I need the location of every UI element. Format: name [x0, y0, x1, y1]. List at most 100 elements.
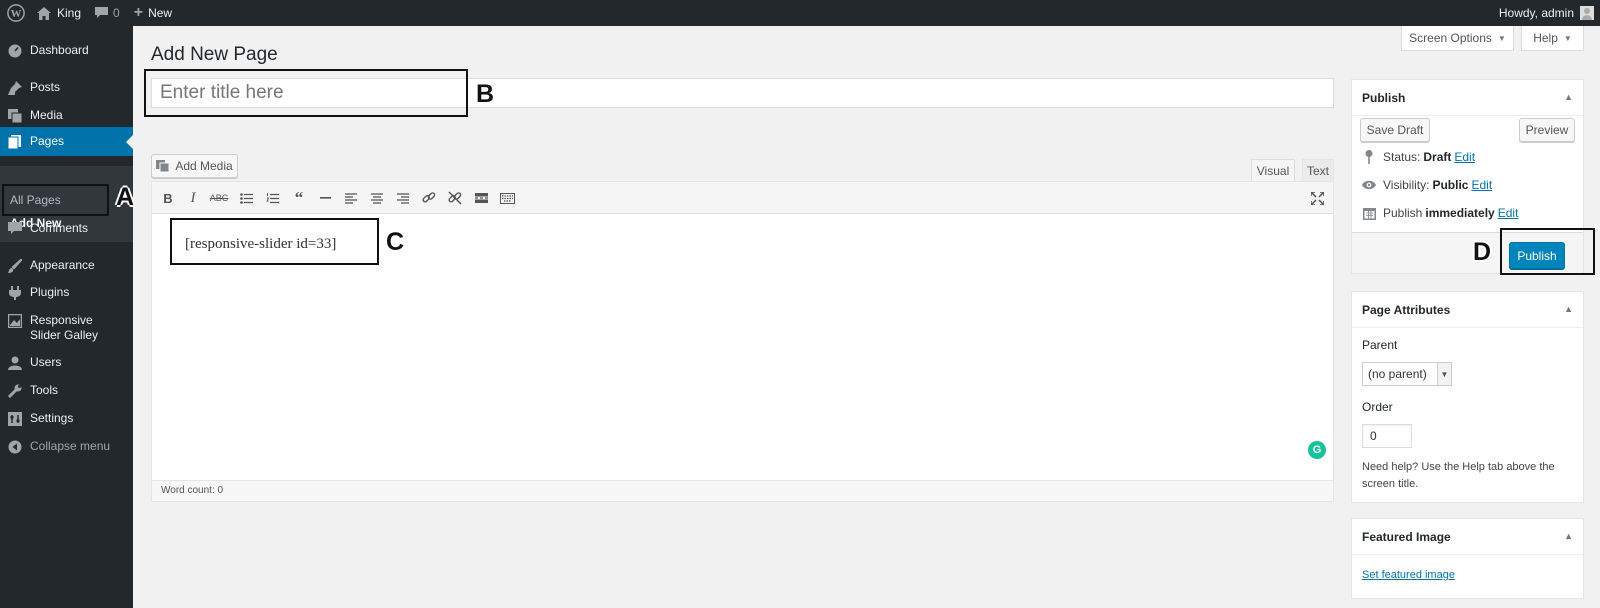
plugin-icon: [0, 285, 30, 300]
caret-down-icon: ▼: [1563, 33, 1572, 43]
featured-image-title: Featured Image: [1362, 529, 1451, 544]
tab-visual[interactable]: Visual: [1251, 159, 1295, 181]
parent-select-value: (no parent): [1368, 367, 1427, 381]
order-input[interactable]: 0: [1362, 424, 1412, 448]
status-label: Status:: [1383, 150, 1421, 164]
preview-button[interactable]: Preview: [1519, 118, 1575, 142]
sidebar-item-settings[interactable]: Settings: [0, 411, 133, 426]
bold-icon[interactable]: B: [157, 187, 179, 209]
annotation-box-d: [1500, 228, 1595, 275]
sidebar-item-comments[interactable]: Comments: [0, 221, 133, 236]
save-draft-button[interactable]: Save Draft: [1360, 118, 1430, 142]
new-content-link[interactable]: + New: [127, 0, 179, 26]
media-icon: [0, 108, 30, 123]
collapse-icon: [0, 439, 30, 454]
pages-icon: [0, 134, 30, 149]
sidebar-item-label: Tools: [30, 383, 59, 397]
page-attributes-header[interactable]: Page Attributes ▲: [1352, 292, 1583, 328]
collapse-arrow-icon[interactable]: ▲: [1564, 304, 1573, 314]
unlink-icon[interactable]: [444, 187, 466, 209]
help-text: Need help? Use the Help tab above the sc…: [1362, 461, 1555, 490]
svg-text:W: W: [11, 8, 22, 20]
bullet-list-icon[interactable]: [235, 187, 257, 209]
collapse-arrow-icon[interactable]: ▲: [1564, 531, 1573, 541]
wordpress-logo-icon[interactable]: W: [2, 0, 30, 26]
tab-text[interactable]: Text: [1302, 159, 1334, 181]
strikethrough-icon[interactable]: ABC: [208, 187, 230, 209]
word-count: Word count: 0: [152, 480, 1333, 501]
status-value: Draft: [1423, 150, 1452, 164]
publish-schedule-value: immediately: [1425, 206, 1495, 220]
toolbar-toggle-icon[interactable]: [496, 187, 518, 209]
comment-icon: [95, 7, 109, 19]
sidebar-item-label: Responsive Slider Galley: [30, 313, 99, 342]
sidebar-item-pages[interactable]: Pages: [0, 127, 133, 156]
link-icon[interactable]: [418, 187, 440, 209]
align-left-icon[interactable]: [340, 187, 362, 209]
sidebar-item-users[interactable]: Users: [0, 355, 133, 370]
collapse-arrow-icon[interactable]: ▲: [1564, 92, 1573, 102]
add-media-button[interactable]: Add Media: [151, 154, 238, 178]
admin-bar: W King 0 + New Howdy, admin: [0, 0, 1600, 26]
annotation-label-b: B: [476, 80, 495, 108]
publish-box-title: Publish: [1362, 90, 1406, 105]
add-media-label: Add Media: [175, 159, 233, 173]
user-icon: [0, 355, 30, 370]
comments-link[interactable]: 0: [88, 0, 127, 26]
featured-image-header[interactable]: Featured Image ▲: [1352, 519, 1583, 555]
annotation-box-c: [170, 218, 379, 265]
help-button[interactable]: Help ▼: [1521, 26, 1584, 51]
caret-down-icon: ▼: [1497, 33, 1506, 43]
sidebar-item-media[interactable]: Media: [0, 108, 133, 123]
sidebar-item-label: Collapse menu: [30, 439, 111, 453]
home-icon: [37, 6, 51, 20]
sidebar-item-appearance[interactable]: Appearance: [0, 258, 133, 273]
wrench-icon: [0, 383, 30, 398]
visibility-row: Visibility: Public Edit: [1362, 178, 1492, 192]
grammarly-icon[interactable]: G: [1308, 441, 1326, 459]
admin-sidebar: Dashboard Posts Media Pages All Pages Ad…: [0, 26, 133, 608]
parent-label: Parent: [1362, 338, 1398, 352]
comment-icon: [0, 221, 30, 235]
page-title: Add New Page: [151, 44, 278, 65]
parent-select[interactable]: (no parent) ▼: [1362, 362, 1452, 386]
featured-image-box: Featured Image ▲ Set featured image: [1351, 518, 1584, 599]
sidebar-item-tools[interactable]: Tools: [0, 383, 133, 398]
sidebar-collapse-menu[interactable]: Collapse menu: [0, 439, 133, 454]
sidebar-item-label: Posts: [30, 80, 61, 94]
sidebar-item-label: Pages: [30, 134, 65, 148]
settings-icon: [0, 411, 30, 426]
align-right-icon[interactable]: [392, 187, 414, 209]
sidebar-item-dashboard[interactable]: Dashboard: [0, 43, 133, 58]
sidebar-item-label: Settings: [30, 411, 74, 425]
plus-icon: +: [133, 4, 144, 21]
italic-icon[interactable]: I: [182, 187, 204, 209]
sidebar-item-responsive-slider-galley[interactable]: Responsive Slider Galley: [0, 313, 133, 343]
site-name-link[interactable]: King: [30, 0, 88, 26]
sidebar-item-posts[interactable]: Posts: [0, 80, 133, 95]
blockquote-icon[interactable]: “: [288, 187, 310, 209]
brush-icon: [0, 258, 30, 273]
annotation-box-b: [144, 69, 468, 117]
read-more-icon[interactable]: [470, 187, 492, 209]
fullscreen-icon[interactable]: [1306, 187, 1328, 209]
screen-options-button[interactable]: Screen Options ▼: [1401, 26, 1514, 51]
horizontal-line-icon[interactable]: [314, 187, 336, 209]
add-media-icon: [156, 159, 170, 173]
publish-box-header[interactable]: Publish ▲: [1352, 80, 1583, 116]
publish-schedule-label: Publish: [1383, 206, 1423, 220]
edit-visibility-link[interactable]: Edit: [1471, 178, 1492, 192]
numbered-list-icon[interactable]: [261, 187, 283, 209]
greeting-label: Howdy, admin: [1498, 6, 1574, 20]
align-center-icon[interactable]: [366, 187, 388, 209]
set-featured-image-link[interactable]: Set featured image: [1362, 569, 1455, 581]
pin-icon: [0, 80, 30, 95]
sidebar-item-label: Media: [30, 108, 63, 122]
edit-status-link[interactable]: Edit: [1454, 150, 1475, 164]
account-menu[interactable]: Howdy, admin: [1492, 0, 1600, 26]
edit-schedule-link[interactable]: Edit: [1498, 206, 1519, 220]
sidebar-item-plugins[interactable]: Plugins: [0, 285, 133, 300]
calendar-icon: [1362, 207, 1376, 220]
visibility-value: Public: [1432, 178, 1469, 192]
sidebar-item-label: Appearance: [30, 258, 95, 272]
